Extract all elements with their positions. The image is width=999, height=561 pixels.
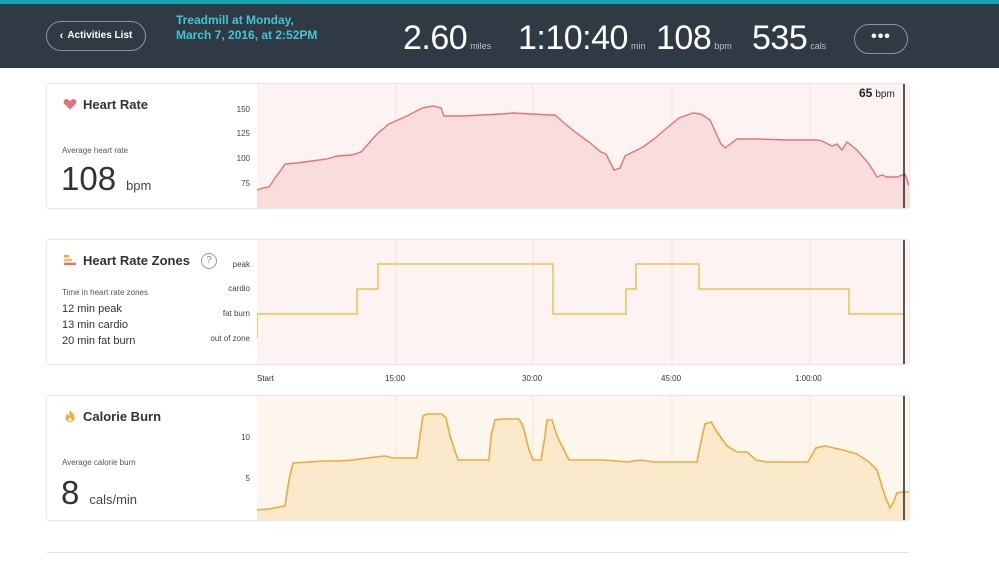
heart-rate-title: Heart Rate [83,97,149,112]
x-tick-30: 30:00 [522,374,543,383]
stat-distance-value: 2.60 [403,19,468,57]
stat-duration-unit: min [630,41,646,51]
activities-list-label: Activities List [67,30,133,41]
heart-rate-chart [257,84,909,208]
stat-calories: 535 cals [752,18,826,58]
heart-rate-zones-plot[interactable] [257,240,909,364]
stat-calories-unit: cals [810,41,827,51]
zones-bars-icon [64,255,76,266]
zone-level-fat-burn: fat burn [222,309,250,318]
x-tick-start: Start [257,374,274,383]
zone-summary-fat-burn: 20 min fat burn [62,335,136,347]
avg-calorie-burn: 8 cals/min [61,474,137,512]
current-heart-rate-value: 65 [859,86,873,100]
avg-heart-rate-label: Average heart rate [62,146,129,155]
chevron-left-icon: ‹ [59,30,64,42]
zone-level-out-of-zone: out of zone [210,334,250,343]
calorie-burn-plot[interactable] [257,396,909,520]
avg-heart-rate-value: 108 [61,160,117,197]
stat-duration-value: 1:10:40 [518,19,628,57]
stat-heart-rate-unit: bpm [714,41,732,51]
avg-calorie-burn-value: 8 [61,474,80,511]
avg-heart-rate: 108 bpm [61,160,151,198]
more-options-button[interactable]: ••• [854,24,908,54]
top-bar: ‹ Activities List Treadmill at Monday, M… [0,0,999,68]
zone-summary-peak: 12 min peak [62,303,122,315]
zone-summary-cardio: 13 min cardio [62,319,129,331]
heart-rate-card: Heart Rate Average heart rate 108 bpm 15… [47,84,909,208]
time-in-zones-label: Time in heart rate zones [62,288,148,297]
current-heart-rate: 65 bpm [859,86,895,100]
hr-ytick: 75 [241,179,250,188]
bottom-divider [47,552,909,553]
activity-title: Treadmill at Monday, March 7, 2016, at 2… [176,13,318,42]
heart-rate-zones-title: Heart Rate Zones [83,253,190,268]
calorie-burn-card: Calorie Burn Average calorie burn 8 cals… [47,396,909,520]
hr-ytick: 150 [236,105,250,114]
x-tick-45: 45:00 [661,374,682,383]
zone-level-peak: peak [232,260,250,269]
x-tick-15: 15:00 [385,374,406,383]
activities-list-button[interactable]: ‹ Activities List [46,21,146,51]
heart-rate-zones-chart [257,240,909,364]
stat-duration: 1:10:40 min [518,18,645,58]
calorie-burn-chart [257,396,909,520]
cal-ytick: 5 [245,474,250,483]
stat-distance: 2.60 miles [403,18,491,58]
x-tick-60: 1:00:00 [795,374,822,383]
heart-rate-plot[interactable] [257,84,909,208]
avg-calorie-burn-label: Average calorie burn [62,458,136,467]
heart-rate-zones-card: Heart Rate Zones ? Time in heart rate zo… [47,240,909,364]
hr-ytick: 125 [236,129,250,138]
hr-ytick: 100 [236,154,250,163]
cal-ytick: 10 [241,433,250,442]
calorie-burn-title: Calorie Burn [83,409,162,424]
stat-heart-rate-value: 108 [656,19,712,57]
zone-level-cardio: cardio [228,284,250,293]
stat-heart-rate: 108 bpm [656,18,732,58]
stat-calories-value: 535 [752,19,808,57]
stat-distance-unit: miles [470,41,492,51]
heart-icon [63,99,77,110]
avg-heart-rate-unit: bpm [126,178,152,193]
flame-icon [65,410,75,422]
current-heart-rate-unit: bpm [875,89,895,100]
avg-calorie-burn-unit: cals/min [89,492,138,507]
